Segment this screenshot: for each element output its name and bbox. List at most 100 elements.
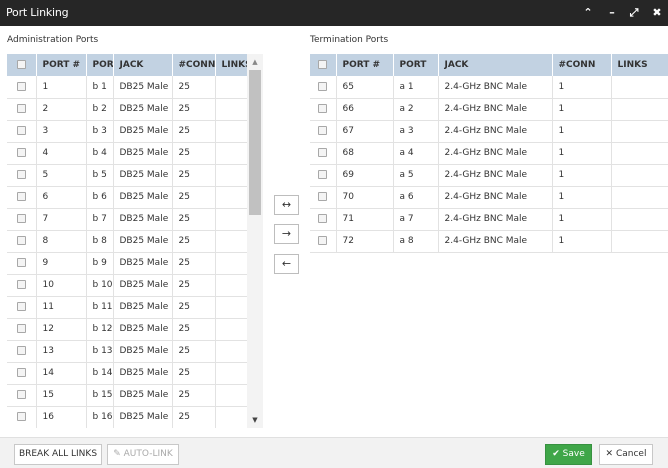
- admin-col-jack[interactable]: JACK: [113, 54, 173, 76]
- save-button[interactable]: ✔ Save: [545, 444, 592, 465]
- admin-table-row[interactable]: 5b 5 DB25 Male 25: [7, 164, 247, 187]
- checkbox-icon[interactable]: [16, 236, 26, 245]
- checkbox-icon[interactable]: [318, 192, 328, 201]
- termination-row-checkbox[interactable]: [310, 164, 337, 187]
- admin-row-checkbox[interactable]: [7, 362, 37, 385]
- admin-table-row[interactable]: 12 b 12 DB25 Male 25: [7, 318, 247, 341]
- admin-table-row[interactable]: 16 b 16 DB25 Male 25: [7, 406, 247, 428]
- break-all-links-button[interactable]: BREAK ALL LINKS: [14, 444, 102, 465]
- admin-col-links[interactable]: LINKS: [215, 54, 247, 76]
- admin-col-conn[interactable]: #CONN: [172, 54, 216, 76]
- checkbox-icon[interactable]: [16, 280, 26, 289]
- checkbox-icon[interactable]: [16, 192, 26, 201]
- scroll-down-icon[interactable]: ▼: [247, 412, 263, 428]
- termination-row-checkbox[interactable]: [310, 120, 337, 143]
- checkbox-icon[interactable]: [16, 302, 26, 311]
- admin-col-port-number[interactable]: PORT #: [36, 54, 87, 76]
- checkbox-icon[interactable]: [16, 368, 26, 377]
- cancel-button[interactable]: ✕ Cancel: [599, 444, 653, 465]
- termination-col-conn[interactable]: #CONN: [552, 54, 612, 76]
- termination-table-row[interactable]: 69 a 5 2.4-GHz BNC Male 1: [310, 164, 668, 187]
- termination-row-checkbox[interactable]: [310, 208, 337, 231]
- admin-table-row[interactable]: 3b 3 DB25 Male 25: [7, 120, 247, 143]
- checkbox-icon[interactable]: [16, 346, 26, 355]
- termination-table-row[interactable]: 70 a 6 2.4-GHz BNC Male 1: [310, 186, 668, 209]
- checkbox-icon[interactable]: [16, 324, 26, 333]
- auto-link-button[interactable]: ✎ AUTO-LINK: [107, 444, 179, 465]
- termination-col-port-number[interactable]: PORT #: [336, 54, 394, 76]
- admin-select-all-checkbox[interactable]: [7, 54, 37, 76]
- admin-cell-conn: 25: [172, 98, 216, 121]
- admin-table-row[interactable]: 11 b 11 DB25 Male 25: [7, 296, 247, 319]
- termination-row-checkbox[interactable]: [310, 98, 337, 121]
- termination-row-checkbox[interactable]: [310, 186, 337, 209]
- checkbox-icon[interactable]: [318, 236, 328, 245]
- admin-table-row[interactable]: 10 b 10 DB25 Male 25: [7, 274, 247, 297]
- scroll-thumb[interactable]: [249, 70, 261, 215]
- termination-table-row[interactable]: 67 a 3 2.4-GHz BNC Male 1: [310, 120, 668, 143]
- admin-row-checkbox[interactable]: [7, 274, 37, 297]
- checkbox-icon[interactable]: [16, 148, 26, 157]
- unlink-left-button[interactable]: ←: [274, 254, 299, 274]
- termination-col-links[interactable]: LINKS: [611, 54, 668, 76]
- admin-table-row[interactable]: 8b 8 DB25 Male 25: [7, 230, 247, 253]
- termination-table-row[interactable]: 65 a 1 2.4-GHz BNC Male 1: [310, 76, 668, 99]
- checkbox-icon[interactable]: [16, 170, 26, 179]
- close-icon[interactable]: ✖: [647, 0, 667, 26]
- admin-table-row[interactable]: 4b 4 DB25 Male 25: [7, 142, 247, 165]
- checkbox-icon[interactable]: [16, 412, 26, 421]
- termination-row-checkbox[interactable]: [310, 230, 337, 253]
- admin-row-checkbox[interactable]: [7, 252, 37, 275]
- scroll-up-icon[interactable]: ▲: [247, 54, 263, 70]
- admin-row-checkbox[interactable]: [7, 208, 37, 231]
- admin-table-row[interactable]: 7b 7 DB25 Male 25: [7, 208, 247, 231]
- maximize-icon[interactable]: ⤢: [624, 0, 644, 26]
- admin-row-checkbox[interactable]: [7, 98, 37, 121]
- termination-select-all-checkbox[interactable]: [310, 54, 337, 76]
- admin-row-checkbox[interactable]: [7, 340, 37, 363]
- admin-row-checkbox[interactable]: [7, 406, 37, 428]
- admin-table-row[interactable]: 1b 1 DB25 Male 25: [7, 76, 247, 99]
- checkbox-icon[interactable]: [16, 390, 26, 399]
- admin-row-checkbox[interactable]: [7, 230, 37, 253]
- link-right-button[interactable]: →: [274, 224, 299, 244]
- checkbox-icon[interactable]: [318, 214, 328, 223]
- admin-table-row[interactable]: 2b 2 DB25 Male 25: [7, 98, 247, 121]
- checkbox-icon[interactable]: [16, 81, 26, 91]
- admin-row-checkbox[interactable]: [7, 186, 37, 209]
- admin-table-row[interactable]: 13 b 13 DB25 Male 25: [7, 340, 247, 363]
- admin-row-checkbox[interactable]: [7, 76, 37, 99]
- termination-col-jack[interactable]: JACK: [438, 54, 553, 76]
- termination-table-row[interactable]: 72 a 8 2.4-GHz BNC Male 1: [310, 230, 668, 253]
- minimize-icon[interactable]: –: [602, 0, 622, 26]
- admin-table-row[interactable]: 15 b 15 DB25 Male 25: [7, 384, 247, 407]
- admin-row-checkbox[interactable]: [7, 384, 37, 407]
- termination-row-checkbox[interactable]: [310, 76, 337, 99]
- admin-row-checkbox[interactable]: [7, 164, 37, 187]
- collapse-icon[interactable]: ⌃: [578, 0, 598, 26]
- checkbox-icon[interactable]: [318, 126, 328, 135]
- checkbox-icon[interactable]: [16, 258, 26, 267]
- checkbox-icon[interactable]: [318, 148, 328, 157]
- termination-row-checkbox[interactable]: [310, 142, 337, 165]
- admin-table-row[interactable]: 6b 6 DB25 Male 25: [7, 186, 247, 209]
- admin-row-checkbox[interactable]: [7, 142, 37, 165]
- link-bidirectional-button[interactable]: ↔: [274, 195, 299, 215]
- admin-scrollbar[interactable]: ▲ ▼: [247, 54, 263, 428]
- admin-row-checkbox[interactable]: [7, 318, 37, 341]
- termination-col-port[interactable]: PORT: [393, 54, 439, 76]
- checkbox-icon[interactable]: [318, 170, 328, 179]
- termination-table-row[interactable]: 66 a 2 2.4-GHz BNC Male 1: [310, 98, 668, 121]
- checkbox-icon[interactable]: [16, 104, 26, 113]
- termination-table-row[interactable]: 68 a 4 2.4-GHz BNC Male 1: [310, 142, 668, 165]
- checkbox-icon[interactable]: [16, 214, 26, 223]
- admin-row-checkbox[interactable]: [7, 120, 37, 143]
- admin-row-checkbox[interactable]: [7, 296, 37, 319]
- admin-col-port[interactable]: PORT: [86, 54, 114, 76]
- admin-table-row[interactable]: 9b 9 DB25 Male 25: [7, 252, 247, 275]
- admin-table-row[interactable]: 14 b 14 DB25 Male 25: [7, 362, 247, 385]
- checkbox-icon[interactable]: [318, 81, 328, 91]
- termination-table-row[interactable]: 71 a 7 2.4-GHz BNC Male 1: [310, 208, 668, 231]
- checkbox-icon[interactable]: [318, 104, 328, 113]
- checkbox-icon[interactable]: [16, 126, 26, 135]
